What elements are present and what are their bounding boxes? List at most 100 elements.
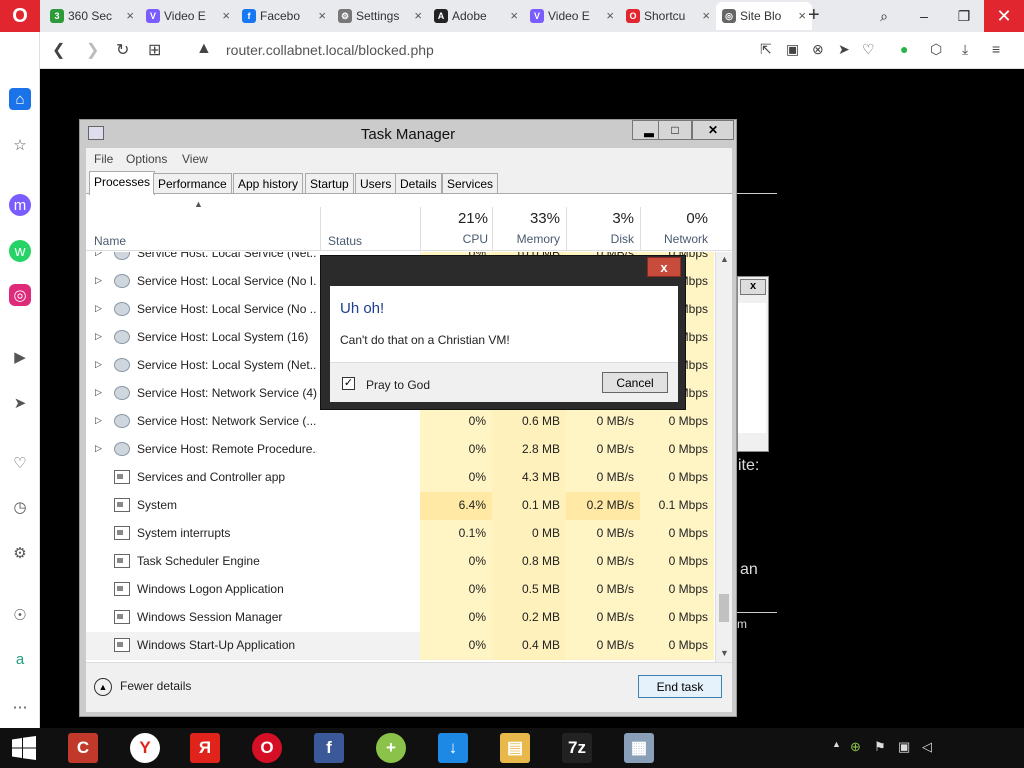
back-arrow-icon[interactable]: ❮ (52, 40, 65, 60)
expand-arrow-icon[interactable]: ▷ (95, 443, 102, 454)
close-tab-icon[interactable]: × (606, 8, 614, 23)
fewer-details-link[interactable]: Fewer details (120, 679, 191, 693)
dialog-title-bar[interactable]: x (321, 256, 685, 280)
whatsapp-icon[interactable]: w (9, 240, 31, 262)
sort-arrow-icon[interactable]: ▲ (194, 199, 203, 209)
share-icon[interactable]: ⇱ (760, 41, 772, 58)
tab-app-history[interactable]: App history (233, 173, 304, 194)
taskbar-app-button[interactable]: O (240, 730, 294, 766)
process-row[interactable]: ▷ Service Host: Remote Procedure... 0% 2.8 … (86, 436, 714, 464)
expand-arrow-icon[interactable]: ▷ (95, 252, 102, 258)
close-tab-icon[interactable]: × (414, 8, 422, 23)
tray-flag-icon[interactable]: ⚑ (874, 739, 886, 755)
close-tab-icon[interactable]: × (126, 8, 134, 23)
menu-options[interactable]: Options (126, 152, 167, 166)
heart-icon[interactable]: ♡ (9, 452, 31, 474)
vertical-scrollbar[interactable]: ▲ ▼ (715, 252, 732, 662)
browser-tab[interactable]: O Shortcu × (620, 2, 716, 30)
maximize-button[interactable]: □ (658, 120, 692, 140)
column-name[interactable]: Name (94, 234, 126, 248)
tab-services[interactable]: Services (442, 173, 499, 194)
more-icon[interactable]: ⋯ (9, 696, 31, 718)
expand-arrow-icon[interactable]: ▷ (95, 331, 102, 342)
tab-processes[interactable]: Processes (89, 171, 156, 195)
cancel-button[interactable]: Cancel (602, 372, 668, 393)
windows-start-icon[interactable] (0, 728, 48, 768)
instagram-icon[interactable]: ◎ (9, 284, 31, 306)
column-status[interactable]: Status (328, 234, 362, 248)
taskbar-app-button[interactable]: Y (118, 730, 172, 766)
scroll-thumb[interactable] (719, 594, 729, 622)
title-bar[interactable]: Task Manager ▂ □ ✕ (80, 120, 736, 148)
browser-tab[interactable]: f Facebo × (236, 2, 332, 30)
menu-view[interactable]: View (182, 152, 208, 166)
expand-arrow-icon[interactable]: ▷ (95, 387, 102, 398)
taskbar-app-button[interactable]: + (364, 730, 418, 766)
player-icon[interactable]: ▶ (9, 346, 31, 368)
close-tab-icon[interactable]: × (510, 8, 518, 23)
menu-file[interactable]: File (94, 152, 113, 166)
process-row[interactable]: Windows Start-Up Application 0% 0.4 MB 0 MB… (86, 632, 714, 660)
messenger-icon[interactable]: m (9, 194, 31, 216)
chevron-up-icon[interactable]: ▲ (94, 678, 112, 696)
close-tab-icon[interactable]: × (702, 8, 710, 23)
tray-overflow-icon[interactable]: ▲ (832, 739, 841, 749)
tray-plus-icon[interactable]: ⊕ (850, 739, 861, 755)
taskbar-app-button[interactable]: C (56, 730, 110, 766)
scroll-down-icon[interactable]: ▼ (720, 648, 729, 658)
warning-icon[interactable]: ▲ (196, 40, 212, 58)
camera-icon[interactable]: ▣ (786, 41, 799, 58)
home-icon[interactable]: ⌂ (9, 88, 31, 110)
column-network[interactable]: 0% Network (640, 210, 708, 246)
process-row[interactable]: Task Scheduler Engine 0% 0.8 MB 0 MB/s 0 Mbp… (86, 548, 714, 576)
expand-arrow-icon[interactable]: ▷ (95, 303, 102, 314)
tab-details[interactable]: Details (395, 173, 442, 194)
heart-icon[interactable]: ♡ (862, 41, 875, 58)
cube-icon[interactable]: ⬡ (930, 41, 942, 58)
scroll-up-icon[interactable]: ▲ (720, 254, 729, 264)
speed-dial-icon[interactable]: ⊞ (148, 40, 161, 60)
send-icon[interactable]: ➤ (9, 392, 31, 414)
taskbar-app-button[interactable]: ▦ (612, 730, 666, 766)
block-icon[interactable]: ⊗ (812, 41, 824, 58)
taskbar-app-button[interactable]: 7z (550, 730, 604, 766)
url-field[interactable]: router.collabnet.local/blocked.php (226, 42, 434, 58)
process-row[interactable]: System interrupts 0.1% 0 MB 0 MB/s 0 Mbps (86, 520, 714, 548)
tray-network-icon[interactable]: ▣ (898, 739, 910, 755)
process-row[interactable]: System 6.4% 0.1 MB 0.2 MB/s 0.1 Mbps (86, 492, 714, 520)
pray-checkbox[interactable]: ✓ (342, 377, 355, 390)
browser-tab[interactable]: A Adobe × (428, 2, 524, 30)
taskbar-app-button[interactable]: f (302, 730, 356, 766)
expand-arrow-icon[interactable]: ▷ (95, 415, 102, 426)
close-icon[interactable]: x (740, 279, 766, 295)
browser-tab[interactable]: ◎ Site Blo × (716, 2, 812, 30)
restore-button[interactable]: ❐ (944, 0, 984, 32)
history-clock-icon[interactable]: ◷ (9, 496, 31, 518)
new-tab-button[interactable]: + (808, 4, 820, 27)
tab-performance[interactable]: Performance (153, 173, 232, 194)
checkbox-label[interactable]: Pray to God (366, 378, 430, 392)
expand-arrow-icon[interactable]: ▷ (95, 359, 102, 370)
taskbar-app-button[interactable]: ▤ (488, 730, 542, 766)
close-button[interactable]: x (647, 257, 681, 277)
browser-tab[interactable]: V Video E × (524, 2, 620, 30)
end-task-button[interactable]: End task (638, 675, 722, 698)
aria-icon[interactable]: a (9, 648, 31, 670)
lightbulb-icon[interactable]: ☉ (9, 604, 31, 626)
minimize-button[interactable]: – (904, 0, 944, 32)
close-tab-icon[interactable]: × (222, 8, 230, 23)
process-row[interactable]: Windows Session Manager 0% 0.2 MB 0 MB/s 0 M… (86, 604, 714, 632)
tab-users[interactable]: Users (355, 173, 397, 194)
vpn-check-icon[interactable]: ● (900, 41, 908, 57)
expand-arrow-icon[interactable]: ▷ (95, 275, 102, 286)
browser-tab[interactable]: V Video E × (140, 2, 236, 30)
column-disk[interactable]: 3% Disk (566, 210, 634, 246)
tray-volume-icon[interactable]: ◁ (922, 739, 932, 755)
close-tab-icon[interactable]: × (318, 8, 326, 23)
close-tab-icon[interactable]: × (798, 8, 806, 23)
star-icon[interactable]: ☆ (9, 134, 31, 156)
send-icon[interactable]: ➤ (838, 41, 850, 58)
close-button[interactable]: ✕ (692, 120, 734, 140)
taskbar-app-button[interactable]: Я (178, 730, 232, 766)
taskbar-app-button[interactable]: ↓ (426, 730, 480, 766)
